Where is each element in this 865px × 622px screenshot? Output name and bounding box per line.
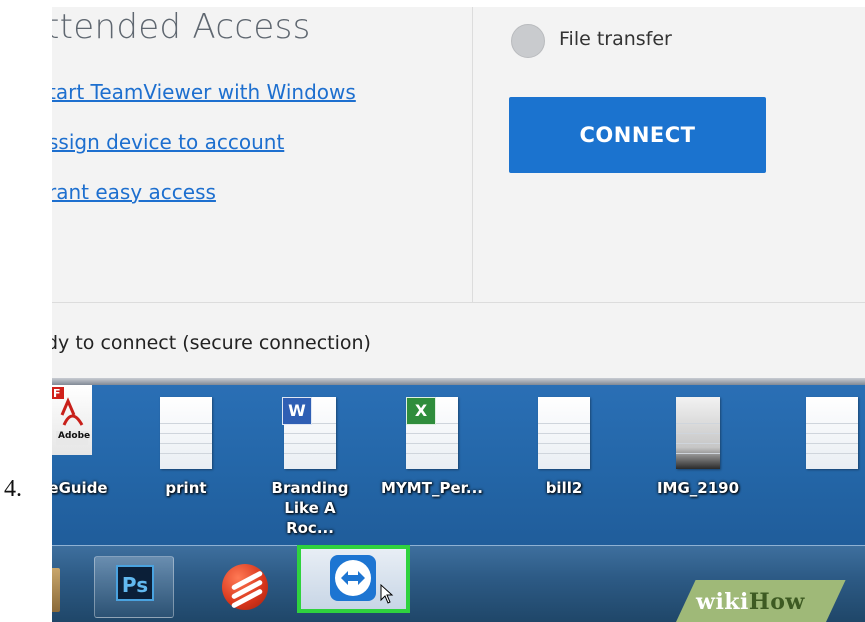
grant-easy-access-link[interactable]: rant easy access	[52, 180, 216, 204]
red-ball-app-icon	[222, 564, 268, 610]
desktop-icon-label: print	[165, 479, 207, 497]
text-file-icon	[160, 397, 212, 469]
screenshot: ttended Access tart TeamViewer with Wind…	[52, 7, 865, 622]
excel-badge-icon: X	[406, 397, 436, 425]
desktop-icon-img2190[interactable]: IMG_2190	[638, 385, 739, 535]
text-file-icon	[538, 397, 590, 469]
mouse-cursor-icon	[380, 584, 394, 604]
watermark-how: How	[748, 589, 805, 615]
file-transfer-label: File transfer	[559, 28, 672, 50]
watermark-wiki: wiki	[696, 589, 749, 615]
desktop-icon-print[interactable]: print	[136, 385, 236, 535]
image-file-icon	[676, 397, 720, 469]
assign-device-link[interactable]: ssign device to account	[52, 130, 284, 154]
pdf-file-icon: F Adobe	[52, 385, 92, 455]
desktop-icon-eguide[interactable]: F Adobe eGuide	[52, 385, 108, 535]
teamviewer-icon	[330, 555, 376, 601]
desktop-icon-partial[interactable]	[782, 385, 865, 535]
desktop-icon-label: bill2	[545, 479, 583, 497]
desktop-icon-branding[interactable]: W Branding Like A Roc...	[260, 385, 360, 537]
svg-text:F: F	[53, 387, 61, 400]
teamviewer-window: ttended Access tart TeamViewer with Wind…	[52, 7, 865, 387]
photoshop-icon: Ps	[116, 565, 154, 601]
connect-button[interactable]: CONNECT	[509, 97, 766, 173]
start-with-windows-link[interactable]: tart TeamViewer with Windows	[52, 80, 356, 104]
taskbar-teamviewer-button[interactable]	[297, 545, 410, 613]
taskbar-photoshop-button[interactable]: Ps	[94, 556, 174, 618]
file-transfer-radio[interactable]	[511, 24, 545, 58]
teamviewer-circle	[335, 560, 371, 596]
wikihow-watermark-text: wikiHow	[696, 589, 805, 615]
adobe-badge: Adobe	[58, 431, 91, 441]
word-badge-icon: W	[282, 397, 312, 425]
double-arrow-icon	[341, 571, 365, 585]
desktop-icon-label: IMG_2190	[656, 479, 740, 497]
step-number: 4.	[4, 476, 22, 502]
connection-status: dy to connect (secure connection)	[52, 332, 371, 354]
desktop-icon-label: eGuide	[52, 479, 108, 497]
panel-divider	[472, 7, 473, 302]
desktop-icon-mymt[interactable]: X MYMT_Per...	[381, 385, 483, 535]
taskbar-app-button[interactable]	[210, 556, 280, 616]
desktop-icon-label: Branding Like A Roc...	[271, 479, 349, 537]
desktop-icon-label: MYMT_Per...	[381, 479, 483, 497]
unattended-access-title: ttended Access	[52, 7, 311, 47]
desktop: F Adobe eGuide print W Branding Like A R…	[52, 385, 865, 560]
text-file-icon	[806, 397, 858, 469]
status-divider	[52, 302, 865, 303]
desktop-icon-bill2[interactable]: bill2	[514, 385, 614, 535]
pinned-app-partial-icon[interactable]	[52, 568, 60, 612]
adobe-icon: F	[52, 387, 88, 445]
